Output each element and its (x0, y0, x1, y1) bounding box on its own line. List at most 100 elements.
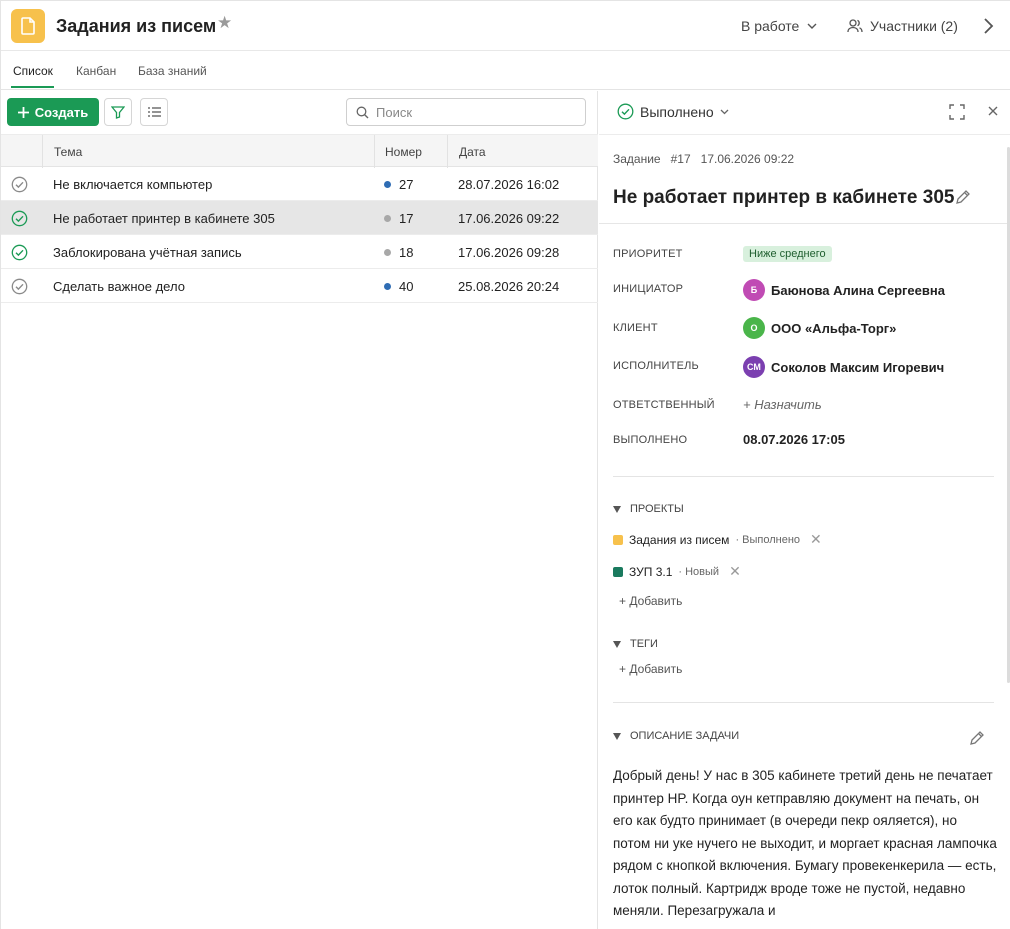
participants-button[interactable]: Участники (2) (847, 18, 958, 34)
triangle-down-icon (613, 505, 621, 513)
search-icon (356, 106, 369, 118)
projects-section-toggle[interactable]: Проекты (613, 503, 684, 515)
completed-date: 08.07.2026 17:05 (743, 432, 845, 447)
search-box (346, 98, 586, 126)
check-circle-outline-icon[interactable] (11, 176, 28, 193)
avatar: Б (743, 279, 765, 301)
row-number: 17 (384, 211, 413, 226)
divider (613, 476, 994, 477)
list-icon (147, 107, 161, 117)
chevron-down-icon (720, 109, 729, 114)
table-row[interactable]: Не работает принтер в кабинете 305 17 17.0… (1, 201, 598, 235)
row-date: 17.06.2026 09:22 (458, 211, 560, 226)
priority-label: Приоритет (613, 248, 683, 260)
status-dot-icon (384, 215, 391, 222)
view-options-button[interactable] (140, 98, 168, 126)
plus-icon (17, 106, 29, 118)
triangle-down-icon (613, 640, 621, 648)
client-value[interactable]: О ООО «Альфа-Торг» (743, 317, 896, 339)
chevron-right-icon[interactable] (981, 17, 995, 35)
check-circle-icon (617, 103, 634, 120)
tab-list[interactable]: Список (13, 64, 53, 78)
project-status: · Новый (678, 565, 720, 578)
initiator-name: Баюнова Алина Сергеевна (771, 282, 945, 298)
triangle-down-icon (613, 732, 621, 740)
row-number-value: 18 (399, 245, 414, 260)
task-meta: Задание #17 17.06.2026 09:22 (613, 152, 794, 166)
row-subject: Не включается компьютер (53, 177, 213, 192)
pencil-icon[interactable] (955, 189, 971, 205)
active-tab-indicator (11, 86, 54, 88)
create-button[interactable]: Создать (7, 98, 99, 126)
assign-link[interactable]: + Назначить (743, 397, 822, 412)
client-name: ООО «Альфа-Торг» (771, 320, 897, 336)
star-icon[interactable]: ★ (217, 14, 233, 31)
responsible-value[interactable]: + Назначить (743, 397, 822, 412)
row-number-value: 17 (399, 211, 414, 226)
executor-label: Исполнитель (613, 360, 699, 372)
document-icon (11, 9, 45, 43)
status-dropdown[interactable]: В работе (741, 18, 817, 34)
add-tag-link[interactable]: + Добавить (619, 662, 682, 676)
task-status-dropdown[interactable]: Выполнено (617, 103, 729, 120)
task-list-panel: Создать Тема Номер Дата Не включается ко… (1, 91, 598, 929)
header: Задания из писем ★ В работе Участники (2… (1, 1, 1010, 51)
row-subject: Сделать важное дело (53, 279, 185, 294)
initiator-label: Инициатор (613, 283, 684, 295)
pencil-icon[interactable] (969, 730, 985, 746)
search-input[interactable] (376, 104, 566, 120)
expand-icon[interactable] (949, 104, 965, 120)
row-number: 27 (384, 177, 413, 192)
check-circle-icon[interactable] (11, 244, 28, 261)
remove-icon[interactable]: ✕ (729, 563, 741, 580)
initiator-value[interactable]: Б Баюнова Алина Сергеевна (743, 279, 945, 301)
row-subject: Не работает принтер в кабинете 305 (53, 211, 275, 226)
check-circle-icon[interactable] (11, 210, 28, 227)
page-title: Задания из писем (56, 16, 217, 36)
column-separator (374, 135, 375, 168)
project-chip[interactable]: Задания из писем · Выполнено ✕ (613, 531, 822, 548)
row-number: 18 (384, 245, 413, 260)
completed-value: 08.07.2026 17:05 (743, 432, 845, 447)
tab-kanban[interactable]: Канбан (76, 64, 116, 78)
filter-icon (111, 105, 125, 119)
table-body: Не включается компьютер 27 28.07.2026 16:0… (1, 167, 598, 303)
description-section-toggle[interactable]: Описание задачи (613, 730, 739, 742)
add-project-link[interactable]: + Добавить (619, 594, 682, 608)
column-subject[interactable]: Тема (54, 145, 82, 159)
app-window: Задания из писем ★ В работе Участники (2… (0, 0, 1010, 929)
tags-section-toggle[interactable]: Теги (613, 638, 658, 650)
table-row[interactable]: Сделать важное дело 40 25.08.2026 20:24 (1, 269, 598, 303)
row-subject: Заблокирована учётная запись (53, 245, 242, 260)
table-row[interactable]: Заблокирована учётная запись 18 17.06.2026… (1, 235, 598, 269)
table-header: Тема Номер Дата (1, 134, 598, 168)
column-number[interactable]: Номер (385, 145, 422, 159)
executor-name: Соколов Максим Игоревич (771, 359, 945, 375)
project-status: · Выполнено (735, 533, 801, 546)
avatar: СМ (743, 356, 765, 378)
executor-value[interactable]: СМ Соколов Максим Игоревич (743, 356, 944, 378)
task-type: Задание (613, 152, 661, 166)
chevron-down-icon (807, 23, 817, 29)
avatar: О (743, 317, 765, 339)
task-number: #17 (670, 152, 691, 166)
remove-icon[interactable]: ✕ (810, 531, 822, 548)
project-color-icon (613, 534, 623, 545)
responsible-label: Ответственный (613, 399, 715, 411)
filter-button[interactable] (104, 98, 132, 126)
description-header: Описание задачи (630, 730, 740, 742)
priority-value[interactable]: Ниже среднего (743, 246, 832, 262)
participants-label: Участники (2) (870, 18, 958, 34)
close-icon[interactable] (986, 104, 1000, 118)
row-date: 28.07.2026 16:02 (458, 177, 560, 192)
row-number-value: 27 (399, 177, 414, 192)
project-chip[interactable]: ЗУП 3.1 · Новый ✕ (613, 563, 741, 580)
column-date[interactable]: Дата (459, 145, 486, 159)
task-detail-panel: Выполнено Задание #17 17.06.2026 09:22 Н… (599, 91, 1010, 929)
check-circle-outline-icon[interactable] (11, 278, 28, 295)
row-number: 40 (384, 279, 413, 294)
task-created-date: 17.06.2026 09:22 (700, 152, 795, 166)
tab-knowledge-base[interactable]: База знаний (138, 64, 207, 78)
table-row[interactable]: Не включается компьютер 27 28.07.2026 16:0… (1, 167, 598, 201)
projects-header: Проекты (630, 503, 684, 515)
